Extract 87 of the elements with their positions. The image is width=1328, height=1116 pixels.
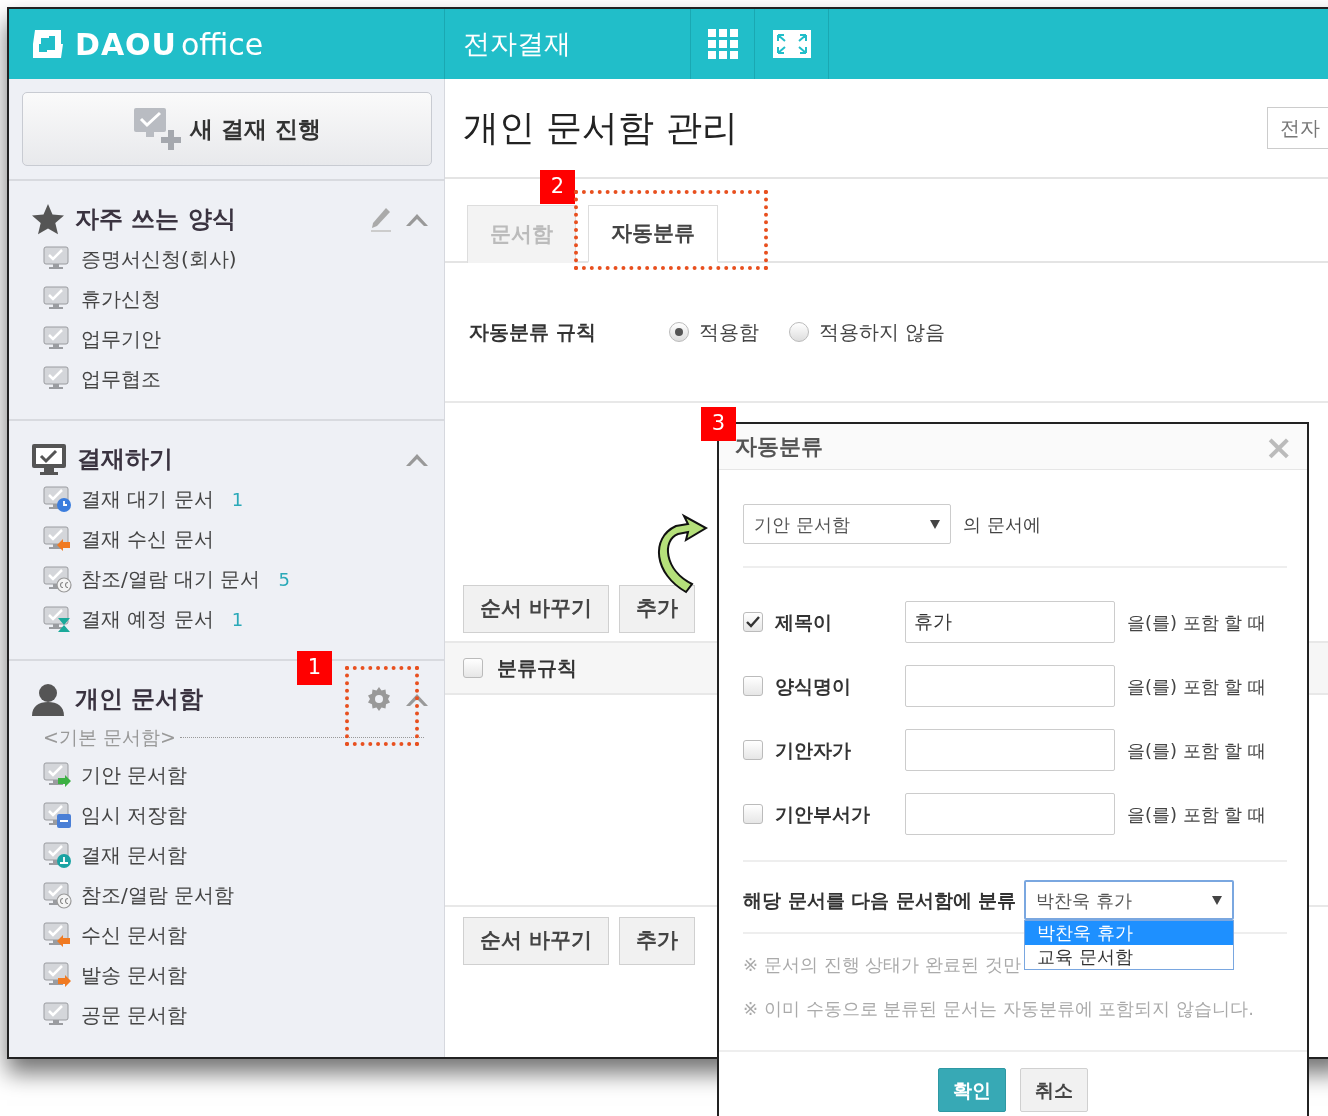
checkbox[interactable] (743, 612, 763, 632)
new-approval-button[interactable]: 새 결재 진행 (22, 92, 432, 166)
tab[interactable]: 자동분류 (588, 205, 718, 263)
sidebar-item[interactable]: 업무협조 (81, 364, 161, 394)
sidebar-item[interactable]: 참조/열람 대기 문서 (81, 564, 261, 594)
callout-number: 2 (540, 170, 575, 204)
hourglass-badge-icon (43, 604, 73, 634)
condition-suffix: 을(를) 포함 할 때 (1127, 738, 1267, 763)
sidebar-item[interactable]: 결재 수신 문서 (81, 524, 214, 554)
note-text: ※ 문서의 진행 상태가 완료된 것만 (743, 952, 1021, 977)
pencil-icon (370, 206, 392, 232)
sidebar-item[interactable]: 결재 대기 문서 (81, 484, 214, 514)
check-icon (746, 616, 760, 628)
section-title[interactable]: 결재하기 (77, 441, 173, 477)
section-title[interactable]: 개인 문서함 (75, 681, 204, 717)
cancel-button[interactable]: 취소 (1020, 1068, 1088, 1112)
toolbar-button[interactable]: 순서 바꾸기 (463, 585, 610, 633)
radio-label[interactable]: 적용함 (699, 317, 759, 347)
add-approval-icon (132, 106, 183, 152)
rule-label: 자동분류 규칙 (469, 319, 597, 346)
module-title: 전자결재 (463, 26, 571, 61)
target-select[interactable]: 박찬욱 휴가 (1024, 880, 1235, 920)
dialog-title: 자동분류 (735, 433, 823, 461)
sidebar-item[interactable]: 참조/열람 문서함 (81, 880, 235, 910)
header-button[interactable]: 전자 (1267, 107, 1328, 149)
radio-button[interactable] (669, 322, 689, 342)
clock-badge-icon (43, 484, 73, 514)
sidebar-item[interactable]: 결재 문서함 (81, 840, 188, 870)
gear-icon (366, 686, 392, 712)
text-field[interactable] (905, 729, 1115, 771)
target-label: 해당 문서를 다음 문서함에 분류 (743, 887, 1017, 913)
sidebar-item[interactable]: 공문 문서함 (81, 1000, 188, 1030)
sidebar-item[interactable]: 임시 저장함 (81, 800, 188, 830)
fullscreen-icon (772, 30, 811, 58)
condition-label: 제목이 (775, 609, 833, 635)
logo-text: DAOU (75, 25, 177, 64)
sidebar-item[interactable]: 업무기안 (81, 324, 161, 354)
minus-badge-icon (43, 800, 73, 830)
condition-suffix: 을(를) 포함 할 때 (1127, 802, 1267, 827)
dropdown-option[interactable]: 교육 문서함 (1025, 945, 1234, 969)
item-count: 5 (278, 567, 290, 592)
radio-label[interactable]: 적용하지 않음 (819, 317, 946, 347)
caret-icon (1212, 895, 1223, 905)
star-icon (31, 203, 65, 235)
toolbar-button[interactable]: 순서 바꾸기 (463, 917, 610, 965)
checkbox[interactable] (743, 676, 763, 696)
sidebar-item[interactable]: 기안 문서함 (81, 760, 188, 790)
checkbox[interactable] (743, 804, 763, 824)
subheading: <기본 문서함> (43, 724, 176, 750)
text-field[interactable] (905, 793, 1115, 835)
right-arrow-badge-icon (43, 760, 73, 790)
grid-icon (707, 29, 738, 59)
condition-label: 기안자가 (775, 737, 852, 763)
sidebar-item[interactable]: 수신 문서함 (81, 920, 188, 950)
source-select[interactable]: 기안 문서함 (743, 504, 951, 544)
sidebar-item[interactable]: 휴가신청 (81, 284, 161, 314)
text-field[interactable]: 휴가 (905, 601, 1115, 643)
monitor-check-icon (31, 443, 67, 475)
cc-badge-icon (43, 880, 73, 910)
section-title[interactable]: 자주 쓰는 양식 (75, 201, 236, 237)
toolbar-button[interactable]: 추가 (619, 917, 696, 965)
condition-label: 양식명이 (775, 673, 852, 699)
callout-number: 3 (701, 407, 736, 441)
condition-suffix: 을(를) 포함 할 때 (1127, 674, 1267, 699)
item-count: 1 (231, 487, 244, 512)
callout-number: 1 (297, 651, 332, 685)
logo-text: office (181, 25, 264, 64)
item-count: 1 (231, 607, 244, 632)
cc-badge-icon (43, 564, 73, 594)
toolbar-button[interactable]: 추가 (619, 585, 696, 633)
checkbox[interactable] (463, 658, 483, 678)
note-text: ※ 이미 수동으로 분류된 문서는 자동분류에 포함되지 않습니다. (743, 996, 1254, 1021)
stamp-badge-icon (43, 840, 73, 870)
radio-button[interactable] (789, 322, 809, 342)
column-header: 분류규칙 (497, 655, 577, 682)
condition-suffix: 을(를) 포함 할 때 (1127, 610, 1267, 635)
sidebar-item[interactable]: 증명서신청(회사) (81, 244, 237, 274)
right-arrow-badge-icon (43, 960, 73, 990)
checkbox[interactable] (743, 740, 763, 760)
page-title: 개인 문서함 관리 (463, 106, 738, 150)
select-suffix: 의 문서에 (963, 512, 1041, 537)
sidebar-item[interactable]: 발송 문서함 (81, 960, 188, 990)
caret-icon (930, 519, 940, 529)
person-icon (31, 682, 65, 716)
condition-label: 기안부서가 (775, 801, 871, 827)
sidebar-item[interactable]: 결재 예정 문서 (81, 604, 214, 634)
text-field[interactable] (905, 665, 1115, 707)
